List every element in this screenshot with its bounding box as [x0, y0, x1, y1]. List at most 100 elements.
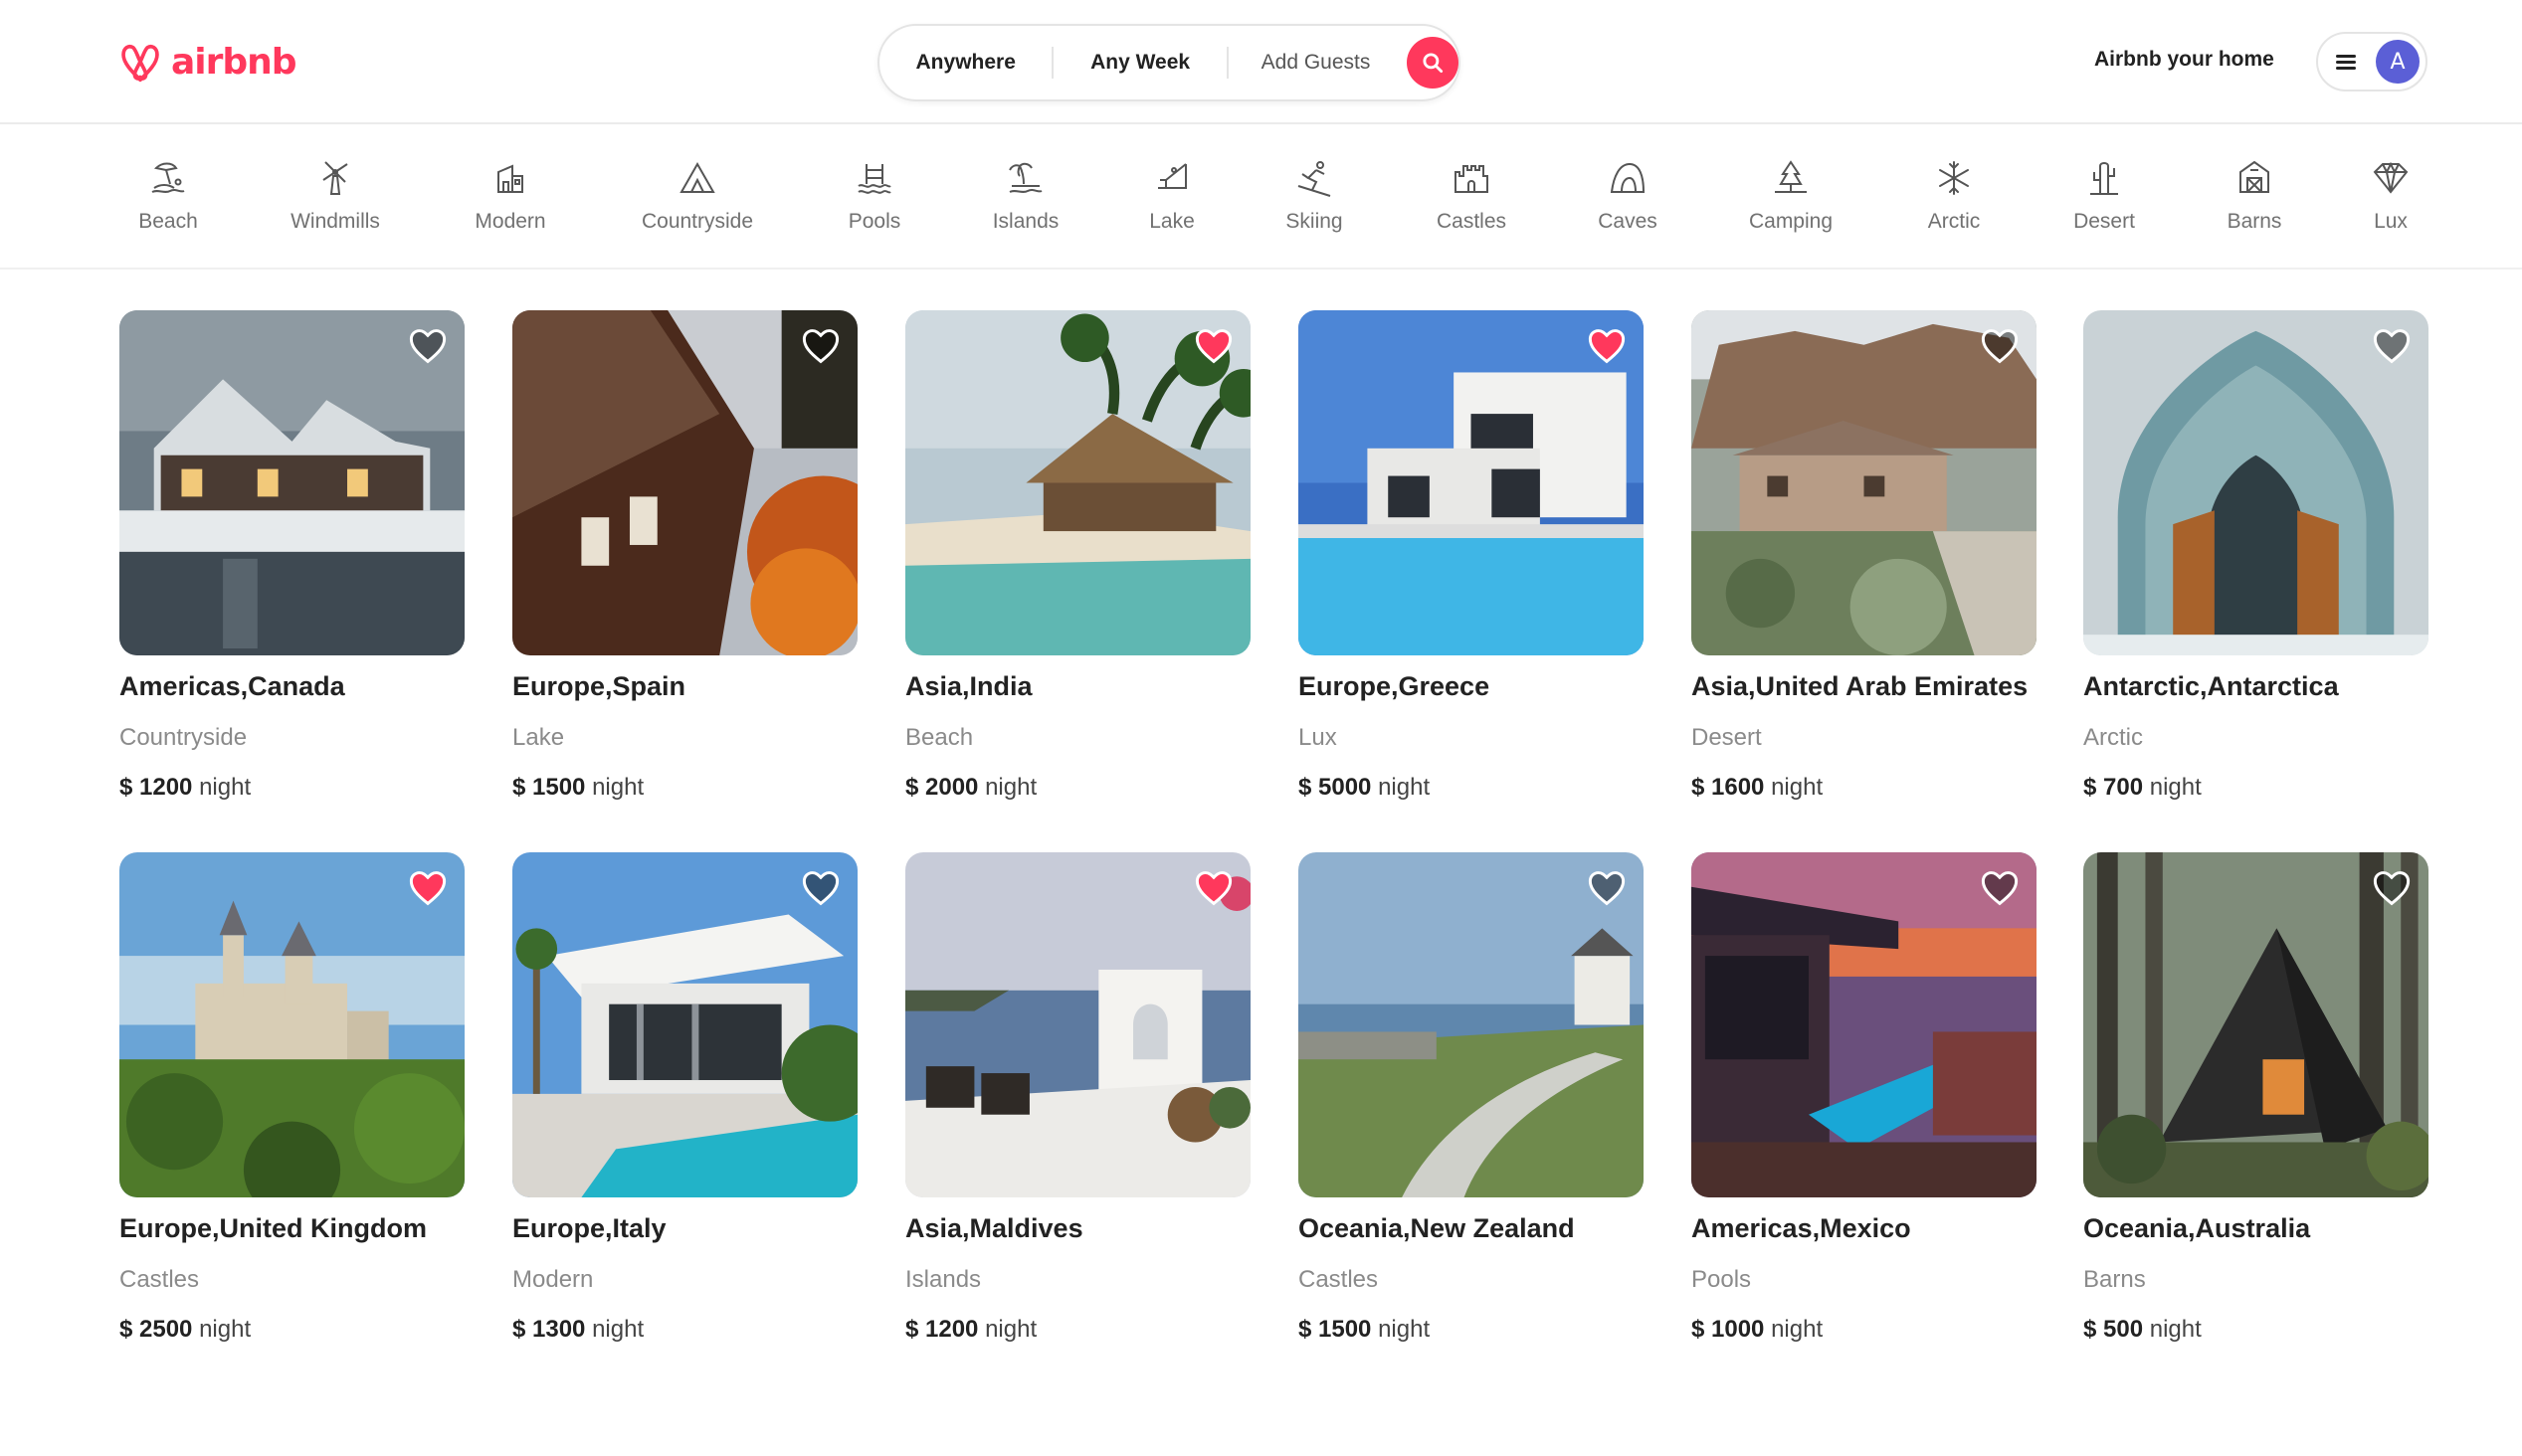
category-barns[interactable]: Barns: [2185, 158, 2324, 234]
category-label: Lake: [1149, 210, 1195, 233]
favorite-heart-icon[interactable]: [802, 870, 840, 906]
price-unit: night: [1771, 1316, 1824, 1343]
listing-photo[interactable]: [2083, 852, 2428, 1197]
category-label: Skiing: [1285, 210, 1343, 233]
listing-photo[interactable]: [119, 852, 465, 1197]
airbnb-logo[interactable]: airbnb: [117, 38, 297, 86]
favorite-heart-icon[interactable]: [2373, 870, 2411, 906]
category-label: Modern: [475, 210, 546, 233]
price-amount: $ 1300: [512, 1316, 586, 1343]
category-arctic[interactable]: Arctic: [1884, 158, 2024, 234]
avatar: A: [2376, 40, 2420, 84]
modern-house-icon: [497, 164, 523, 193]
logo-text: airbnb: [171, 41, 297, 83]
price-amount: $ 2500: [119, 1316, 193, 1343]
listing-card[interactable]: Americas,Mexico Pools $ 1000 night: [1691, 852, 2037, 1344]
skiing-icon: [1297, 161, 1331, 197]
listing-card[interactable]: Europe,Italy Modern $ 1300 night: [512, 852, 858, 1344]
listing-category: Castles: [119, 1266, 200, 1293]
price-amount: $ 700: [2083, 774, 2144, 801]
listing-location: Europe,Italy: [512, 1213, 667, 1243]
listing-location: Oceania,New Zealand: [1298, 1213, 1575, 1243]
listing-location: Antarctic,Antarctica: [2083, 671, 2339, 701]
favorite-heart-icon[interactable]: [1981, 870, 2019, 906]
listing-photo[interactable]: [1691, 310, 2037, 655]
category-skiing[interactable]: Skiing: [1245, 158, 1384, 234]
listing-photo[interactable]: [905, 852, 1251, 1197]
price-unit: night: [1378, 1316, 1431, 1343]
listing-photo[interactable]: [1691, 852, 2037, 1197]
airbnb-logo-icon: [121, 44, 159, 83]
favorite-heart-icon[interactable]: [409, 328, 447, 364]
listing-location: Asia,India: [905, 671, 1033, 701]
listing-photo[interactable]: [1298, 852, 1644, 1197]
listing-card[interactable]: Asia,Maldives Islands $ 1200 night: [905, 852, 1251, 1344]
favorite-heart-icon[interactable]: [802, 328, 840, 364]
category-label: Barns: [2227, 210, 2282, 233]
price-unit: night: [2149, 1316, 2202, 1343]
favorite-heart-icon[interactable]: [2373, 328, 2411, 364]
category-camping[interactable]: Camping: [1721, 158, 1860, 234]
favorite-heart-icon[interactable]: [1981, 328, 2019, 364]
listing-photo[interactable]: [512, 852, 858, 1197]
listing-card[interactable]: Oceania,New Zealand Castles $ 1500 night: [1298, 852, 1644, 1344]
listing-card[interactable]: Oceania,Australia Barns $ 500 night: [2083, 852, 2428, 1344]
favorite-heart-icon[interactable]: [1195, 328, 1233, 364]
category-label: Caves: [1598, 210, 1657, 233]
listing-card[interactable]: Asia,United Arab Emirates Desert $ 1600 …: [1691, 310, 2037, 802]
favorite-heart-icon[interactable]: [1195, 870, 1233, 906]
listing-price: $ 5000 night: [1298, 774, 1644, 802]
listing-photo[interactable]: [119, 310, 465, 655]
price-unit: night: [1771, 774, 1824, 801]
listing-price: $ 1000 night: [1691, 1316, 2037, 1344]
category-beach[interactable]: Beach: [98, 158, 238, 234]
category-desert[interactable]: Desert: [2035, 158, 2174, 234]
favorite-heart-icon[interactable]: [409, 870, 447, 906]
search-button[interactable]: [1407, 37, 1459, 89]
listing-card[interactable]: Europe,United Kingdom Castles $ 2500 nig…: [119, 852, 465, 1344]
add-guests-button[interactable]: Add Guests: [1229, 26, 1403, 99]
listing-price: $ 700 night: [2083, 774, 2428, 802]
price-amount: $ 1500: [1298, 1316, 1372, 1343]
listing-card[interactable]: Europe,Greece Lux $ 5000 night: [1298, 310, 1644, 802]
listing-location: Asia,Maldives: [905, 1213, 1083, 1243]
top-header: airbnb Anywhere Any Week Add Guests Airb…: [0, 0, 2522, 124]
listing-price: $ 1500 night: [512, 774, 858, 802]
category-islands[interactable]: Islands: [956, 158, 1095, 234]
anywhere-button[interactable]: Anywhere: [879, 26, 1052, 99]
listing-photo[interactable]: [1298, 310, 1644, 655]
price-unit: night: [985, 774, 1038, 801]
category-modern[interactable]: Modern: [441, 158, 580, 234]
favorite-heart-icon[interactable]: [1588, 870, 1626, 906]
listing-photo[interactable]: [512, 310, 858, 655]
user-menu-button[interactable]: A: [2316, 32, 2427, 91]
listing-price: $ 1200 night: [905, 1316, 1251, 1344]
listing-card[interactable]: Antarctic,Antarctica Arctic $ 700 night: [2083, 310, 2428, 802]
category-caves[interactable]: Caves: [1558, 158, 1697, 234]
category-pools[interactable]: Pools: [805, 158, 944, 234]
price-unit: night: [2149, 774, 2202, 801]
category-castles[interactable]: Castles: [1402, 158, 1541, 234]
favorite-heart-icon[interactable]: [1588, 328, 1626, 364]
listing-category: Countryside: [119, 724, 248, 751]
price-unit: night: [199, 774, 252, 801]
any-week-button[interactable]: Any Week: [1054, 26, 1226, 99]
listing-photo[interactable]: [905, 310, 1251, 655]
listing-location: Americas,Mexico: [1691, 1213, 1911, 1243]
listing-card[interactable]: Americas,Canada Countryside $ 1200 night: [119, 310, 465, 802]
category-windmills[interactable]: Windmills: [266, 158, 405, 234]
listing-location: Europe,United Kingdom: [119, 1213, 427, 1243]
category-label: Lux: [2374, 210, 2408, 233]
category-countryside[interactable]: Countryside: [628, 158, 767, 234]
search-bar: Anywhere Any Week Add Guests: [877, 24, 1460, 101]
price-amount: $ 1200: [905, 1316, 979, 1343]
cactus-icon: [2090, 162, 2118, 195]
category-lux[interactable]: Lux: [2321, 158, 2460, 234]
listing-card[interactable]: Europe,Spain Lake $ 1500 night: [512, 310, 858, 802]
listing-price: $ 500 night: [2083, 1316, 2428, 1344]
island-icon: [1009, 162, 1043, 193]
category-lake[interactable]: Lake: [1102, 158, 1242, 234]
airbnb-your-home-link[interactable]: Airbnb your home: [2094, 48, 2274, 72]
listing-photo[interactable]: [2083, 310, 2428, 655]
listing-card[interactable]: Asia,India Beach $ 2000 night: [905, 310, 1251, 802]
